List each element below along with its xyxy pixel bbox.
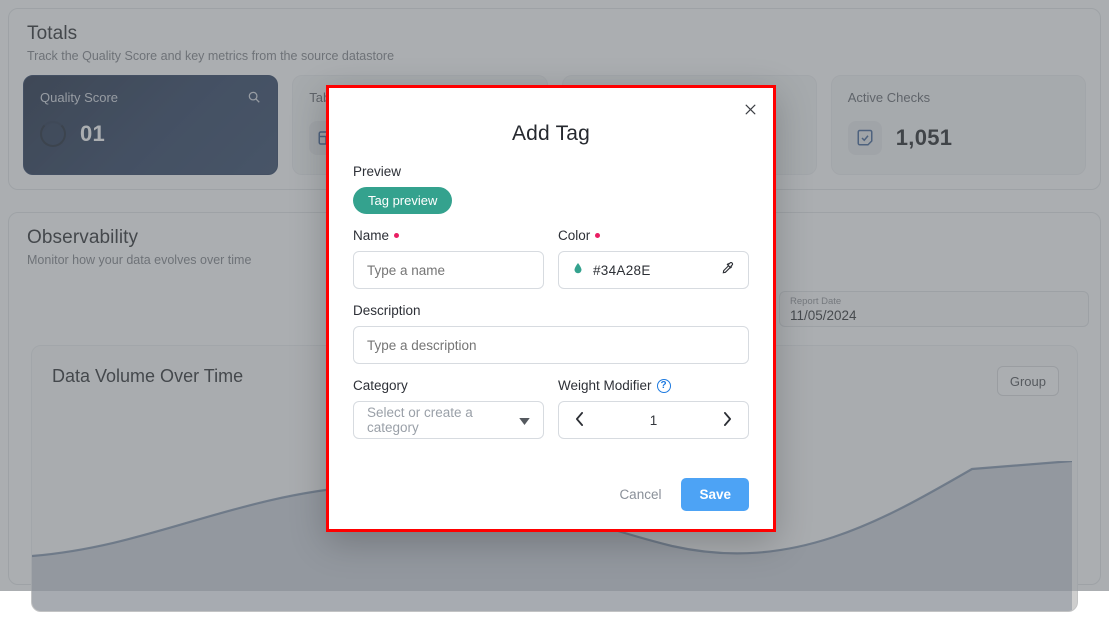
chevron-down-icon [519,413,530,428]
preview-group: Preview Tag preview [353,164,749,214]
eyedropper-icon[interactable] [721,261,735,280]
add-tag-modal: Add Tag Preview Tag preview Name Color [326,85,776,532]
category-weight-row: Category Select or create a category Wei… [353,378,749,439]
color-label-text: Color [558,228,590,243]
modal-actions: Cancel Save [609,478,749,511]
weight-modifier-label-text: Weight Modifier [558,378,652,393]
chevron-right-icon[interactable] [723,412,732,429]
description-input[interactable] [353,326,749,364]
description-input-wrap [353,326,749,364]
category-select[interactable]: Select or create a category [353,401,544,439]
category-label: Category [353,378,544,393]
preview-label: Preview [353,164,749,179]
chevron-left-icon[interactable] [575,412,584,429]
color-group: Color #34A28E [558,228,749,289]
tag-preview-pill: Tag preview [353,187,452,214]
description-label: Description [353,303,749,318]
required-indicator-icon [394,233,399,238]
modal-title: Add Tag [353,122,749,146]
category-select-wrap: Select or create a category [353,401,544,439]
weight-modifier-group: Weight Modifier ? 1 [558,378,749,439]
weight-modifier-value: 1 [650,413,658,428]
description-group: Description [353,303,749,364]
weight-modifier-label: Weight Modifier ? [558,378,749,393]
tag-preview-row: Tag preview [353,187,749,214]
close-icon[interactable] [739,98,761,120]
name-input[interactable] [353,251,544,289]
name-label-text: Name [353,228,389,243]
weight-modifier-stepper: 1 [558,401,749,439]
color-value: #34A28E [593,263,712,278]
category-placeholder: Select or create a category [367,405,519,435]
name-color-row: Name Color [353,228,749,289]
color-field-wrap: #34A28E [558,251,749,289]
cancel-button[interactable]: Cancel [609,479,671,510]
name-label: Name [353,228,544,243]
color-label: Color [558,228,749,243]
help-circle-icon[interactable]: ? [657,379,671,393]
save-button[interactable]: Save [681,478,749,511]
droplet-icon [572,261,584,280]
color-input[interactable]: #34A28E [558,251,749,289]
name-input-wrap [353,251,544,289]
weight-stepper-wrap: 1 [558,401,749,439]
required-indicator-icon [595,233,600,238]
category-group: Category Select or create a category [353,378,544,439]
name-group: Name [353,228,544,289]
